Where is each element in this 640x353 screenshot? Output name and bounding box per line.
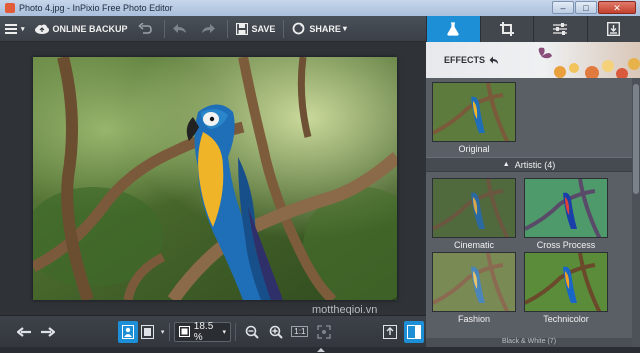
next-photo-button[interactable]	[38, 321, 58, 343]
tab-crop[interactable]	[479, 16, 534, 42]
effects-title: EFFECTS	[444, 55, 486, 65]
zoom-in-icon	[269, 325, 283, 339]
effect-thumbnail	[432, 82, 516, 142]
status-strip	[0, 347, 640, 353]
redo-button[interactable]	[196, 16, 224, 42]
share-caret: ▾	[342, 24, 347, 33]
actual-size-icon: 1:1	[291, 326, 309, 337]
actual-size-button[interactable]: 1:1	[290, 321, 310, 343]
main-toolbar: ▾ ONLINE BACKUP SAVE SHARE ▾	[0, 16, 426, 42]
bottom-divider	[234, 322, 236, 341]
tab-effects[interactable]	[426, 16, 480, 42]
save-button[interactable]: SAVE	[231, 16, 281, 42]
download-box-icon	[607, 22, 621, 36]
bottom-divider	[168, 322, 170, 341]
arrow-left-icon	[17, 326, 31, 337]
effects-panel: EFFECTS Original ▲ Artistic (4) Cinemati…	[426, 42, 640, 347]
effect-thumbnail	[524, 252, 608, 312]
close-button[interactable]: ✕	[598, 1, 636, 14]
compare-view-button[interactable]: ▾	[140, 321, 165, 343]
online-backup-label: ONLINE BACKUP	[52, 23, 128, 34]
effect-cinematic[interactable]: Cinematic	[432, 178, 516, 250]
toolbar-divider	[226, 19, 228, 38]
maximize-button[interactable]: □	[575, 1, 597, 14]
collapse-caret-icon: ▲	[502, 161, 510, 168]
hamburger-icon	[5, 23, 17, 34]
flask-icon	[446, 22, 460, 36]
next-section-header[interactable]: Black & White (7)	[426, 338, 632, 347]
fit-to-screen-button[interactable]	[314, 321, 334, 343]
effect-fashion[interactable]: Fashion	[432, 252, 516, 324]
expand-triangle-icon[interactable]	[317, 348, 325, 352]
fullscreen-button[interactable]	[380, 321, 400, 343]
effect-thumbnail	[432, 178, 516, 238]
save-label: SAVE	[251, 23, 276, 34]
effect-technicolor[interactable]: Technicolor	[524, 252, 608, 324]
fullscreen-icon	[383, 324, 398, 339]
window-controls: – □ ✕	[552, 1, 636, 14]
scrollbar-thumb[interactable]	[633, 84, 639, 194]
effect-thumbnail	[432, 252, 516, 312]
effect-cross-process[interactable]: Cross Process	[524, 178, 608, 250]
sliders-icon	[553, 22, 568, 36]
effect-label: Cross Process	[536, 240, 596, 250]
zoom-caret: ▾	[222, 328, 226, 336]
parrot-photo[interactable]	[33, 57, 397, 300]
arrow-right-icon	[41, 326, 55, 337]
menu-button[interactable]: ▾	[0, 16, 30, 42]
single-view-button[interactable]	[118, 320, 139, 343]
window-title: Photo 4.jpg - InPixio Free Photo Editor	[19, 3, 173, 13]
butterfly-flowers-decoration	[538, 47, 640, 78]
bottom-toolbar: ▾ 18.5 % ▾ 1:1	[0, 315, 426, 347]
back-icon[interactable]	[489, 56, 499, 65]
effect-original[interactable]: Original	[432, 82, 516, 154]
compare-caret: ▾	[160, 328, 165, 336]
redo-arrow-icon	[201, 23, 215, 34]
zoom-frame-icon	[178, 326, 190, 337]
tab-export[interactable]	[586, 16, 640, 42]
undo-history-button[interactable]	[133, 16, 161, 42]
toolbar-divider	[163, 19, 165, 38]
effect-label: Cinematic	[453, 240, 494, 250]
side-panel-icon	[407, 324, 422, 339]
toolbar-divider	[283, 19, 285, 38]
previous-photo-button[interactable]	[14, 321, 34, 343]
effect-label: Original	[458, 144, 490, 154]
zoom-out-button[interactable]	[242, 321, 262, 343]
effect-label: Technicolor	[543, 314, 589, 324]
effect-thumbnail	[524, 178, 608, 238]
menu-caret: ▾	[21, 25, 25, 33]
floppy-disk-icon	[235, 22, 248, 35]
undo-arrow-icon	[172, 23, 187, 34]
tab-adjust[interactable]	[533, 16, 587, 42]
photo-canvas[interactable]: mottheqioi.vn	[0, 42, 426, 316]
cloud-upload-icon	[34, 24, 49, 34]
zoom-in-button[interactable]	[266, 321, 286, 343]
before-after-icon	[140, 324, 159, 339]
minimize-button[interactable]: –	[552, 1, 574, 14]
crop-icon	[499, 22, 514, 36]
effects-header: EFFECTS	[426, 42, 640, 78]
artistic-section-header[interactable]: ▲ Artistic (4)	[426, 157, 632, 172]
section-title: Artistic (4)	[514, 159, 556, 170]
app-icon	[5, 3, 15, 13]
fit-screen-icon	[317, 324, 331, 339]
window-titlebar: Photo 4.jpg - InPixio Free Photo Editor …	[0, 0, 640, 16]
panel-scrollbar[interactable]	[632, 78, 640, 347]
online-backup-button[interactable]: ONLINE BACKUP	[30, 16, 133, 42]
share-button[interactable]: SHARE ▾	[287, 16, 352, 42]
share-circle-icon	[292, 22, 305, 35]
undo-history-icon	[137, 22, 152, 35]
portrait-view-icon	[122, 324, 135, 339]
zoom-value: 18.5 %	[193, 320, 214, 343]
zoom-level-select[interactable]: 18.5 % ▾	[173, 320, 231, 343]
zoom-out-icon	[245, 325, 259, 339]
panel-tabs	[426, 16, 640, 42]
effect-label: Fashion	[457, 314, 491, 324]
toggle-panel-button[interactable]	[404, 320, 425, 343]
undo-button[interactable]	[168, 16, 196, 42]
share-label: SHARE	[309, 23, 341, 34]
